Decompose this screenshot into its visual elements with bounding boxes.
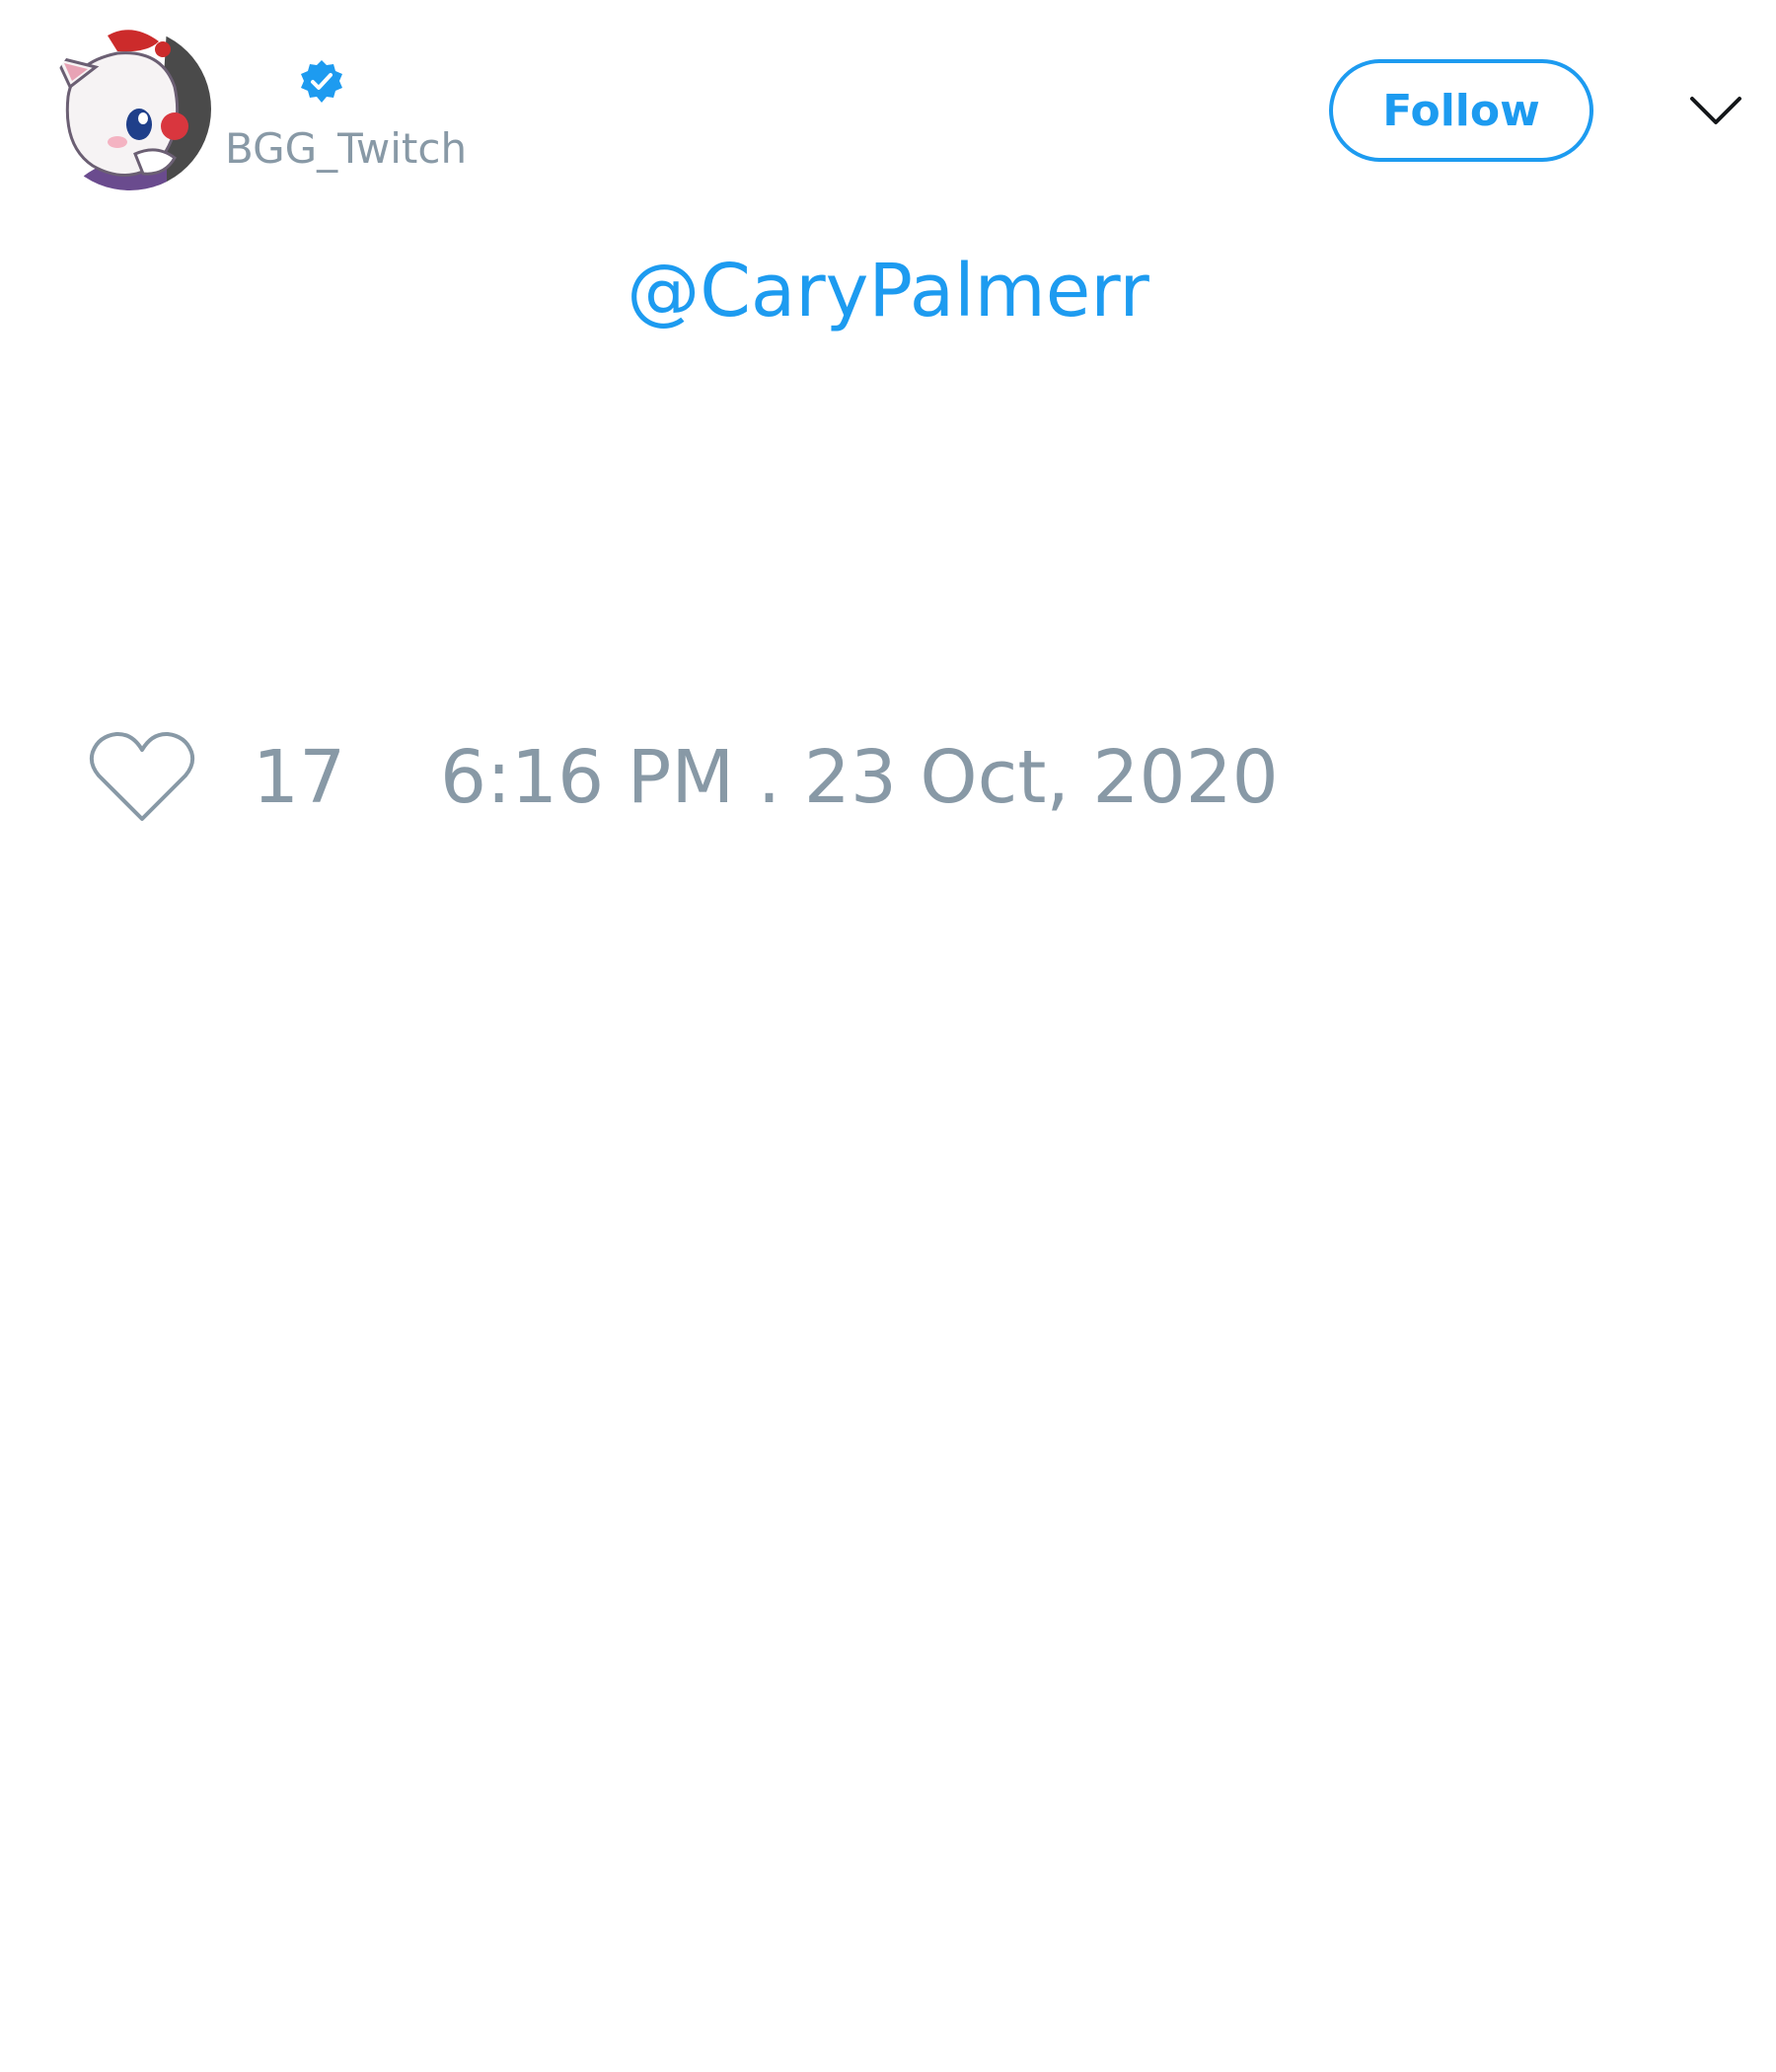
chevron-down-icon[interactable] bbox=[1689, 89, 1742, 132]
author-avatar[interactable] bbox=[48, 28, 211, 190]
user-mention-link[interactable]: @CaryPalmerr bbox=[627, 249, 1149, 333]
mascot-avatar-icon bbox=[48, 28, 211, 190]
verified-badge-icon bbox=[299, 59, 344, 105]
like-count: 17 bbox=[253, 735, 346, 820]
author-handle[interactable]: BGG_Twitch bbox=[225, 124, 467, 174]
heart-icon[interactable] bbox=[89, 730, 195, 825]
tweet-text: @CaryPalmerr bbox=[0, 247, 1776, 335]
follow-button[interactable]: Follow bbox=[1329, 59, 1593, 162]
tweet-timestamp[interactable]: 6:16 PM . 23 Oct, 2020 bbox=[440, 734, 1279, 821]
